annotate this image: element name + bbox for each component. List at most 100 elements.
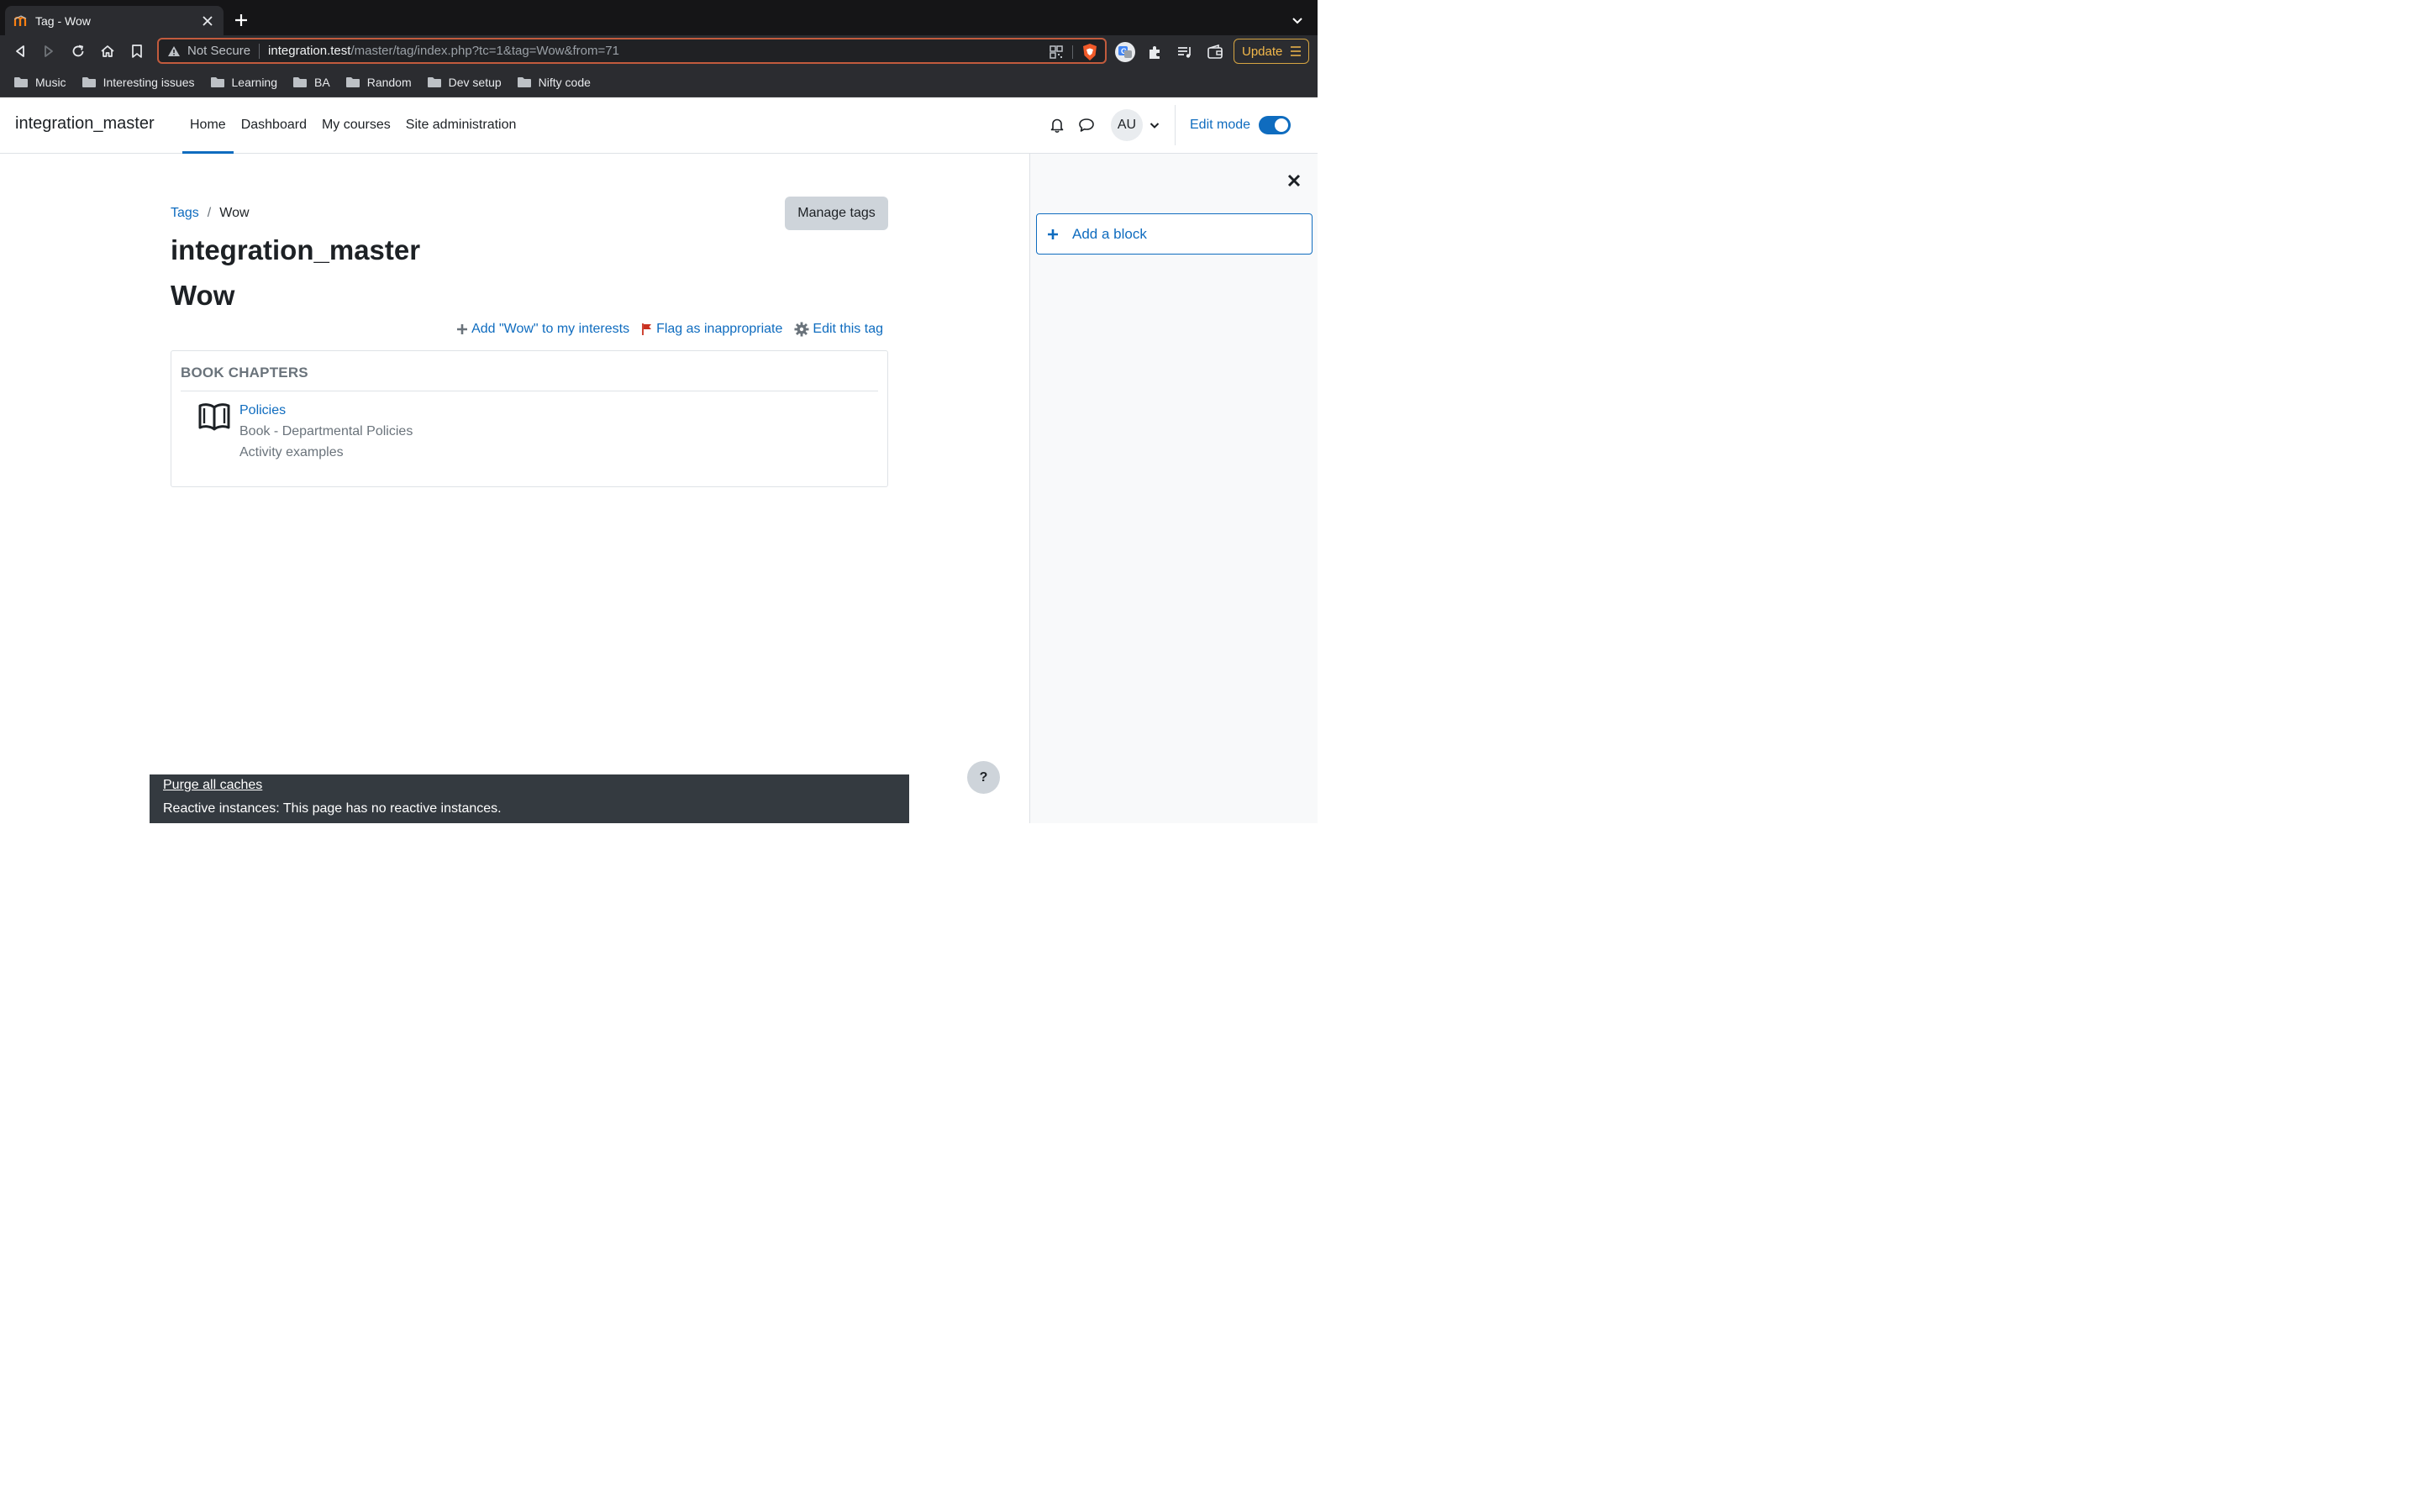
flag-icon bbox=[641, 323, 656, 336]
breadcrumb: Tags / Wow bbox=[171, 206, 250, 221]
browser-toolbar: Not Secure integration.test /master/tag/… bbox=[0, 35, 1318, 67]
close-icon[interactable] bbox=[200, 13, 215, 29]
bookmark-label: Music bbox=[35, 75, 66, 89]
browser-tab[interactable]: Tag - Wow bbox=[5, 6, 224, 35]
tagged-item-course: Activity examples bbox=[239, 445, 344, 459]
add-block-button[interactable]: Add a block bbox=[1036, 213, 1313, 255]
book-icon bbox=[197, 400, 231, 433]
update-button[interactable]: Update bbox=[1234, 39, 1309, 64]
tagged-item-context: Book - Departmental Policies bbox=[239, 424, 413, 438]
add-to-interests-label: Add "Wow" to my interests bbox=[471, 322, 630, 336]
url-path: /master/tag/index.php?tc=1&tag=Wow&from=… bbox=[350, 44, 619, 58]
reactive-instances-text: Reactive instances: This page has no rea… bbox=[163, 801, 502, 816]
flag-inappropriate-link[interactable]: Flag as inappropriate bbox=[641, 322, 782, 337]
chevron-down-icon[interactable] bbox=[1148, 118, 1161, 132]
nav-item-site-administration[interactable]: Site administration bbox=[398, 97, 524, 153]
bell-icon[interactable] bbox=[1045, 113, 1069, 137]
url-host: integration.test bbox=[268, 44, 351, 58]
back-icon[interactable] bbox=[11, 42, 29, 60]
bookmark-label: BA bbox=[314, 75, 330, 89]
help-button[interactable]: ? bbox=[967, 761, 1000, 794]
flag-inappropriate-label: Flag as inappropriate bbox=[656, 322, 783, 336]
chevron-down-icon[interactable] bbox=[1289, 13, 1306, 29]
add-block-label: Add a block bbox=[1072, 225, 1147, 242]
edit-tag-link[interactable]: Edit this tag bbox=[794, 322, 883, 337]
playlist-icon[interactable] bbox=[1174, 41, 1196, 63]
translate-icon[interactable]: G bbox=[1114, 41, 1136, 63]
reload-icon[interactable] bbox=[69, 42, 87, 60]
bookmark-label: Learning bbox=[231, 75, 278, 89]
new-tab-icon[interactable] bbox=[232, 11, 250, 29]
folder-icon bbox=[345, 76, 360, 88]
edit-mode-label: Edit mode bbox=[1190, 118, 1251, 132]
nav-item-home[interactable]: Home bbox=[182, 97, 234, 154]
bookmark-folder[interactable]: Dev setup bbox=[427, 76, 502, 89]
nav-item-dashboard[interactable]: Dashboard bbox=[234, 97, 314, 153]
wallet-icon[interactable] bbox=[1204, 41, 1226, 63]
tag-actions: Add "Wow" to my interests Flag as inappr… bbox=[445, 322, 883, 337]
page-title: integration_master bbox=[171, 234, 421, 265]
nav-item-my-courses[interactable]: My courses bbox=[314, 97, 398, 153]
address-bar-actions bbox=[1049, 43, 1098, 61]
browser-chrome: Tag - Wow Not Secure integration.test /m… bbox=[0, 0, 1318, 97]
breadcrumb-tags-link[interactable]: Tags bbox=[171, 206, 199, 221]
folder-icon bbox=[210, 76, 225, 88]
folder-icon bbox=[517, 76, 532, 88]
address-divider bbox=[259, 43, 260, 59]
folder-icon bbox=[13, 76, 29, 88]
add-to-interests-link[interactable]: Add "Wow" to my interests bbox=[456, 322, 629, 337]
site-navbar: integration_master Home Dashboard My cou… bbox=[0, 97, 1318, 154]
home-icon[interactable] bbox=[98, 42, 117, 60]
bookmark-icon[interactable] bbox=[128, 42, 146, 60]
moodle-icon bbox=[13, 14, 29, 27]
nav-divider bbox=[1175, 105, 1176, 145]
bookmark-label: Nifty code bbox=[538, 75, 591, 89]
breadcrumb-current: Wow bbox=[219, 206, 250, 220]
performance-footer: Purge all caches Reactive instances: Thi… bbox=[150, 774, 909, 823]
tab-title: Tag - Wow bbox=[35, 13, 91, 28]
menu-icon bbox=[1290, 45, 1302, 57]
bookmark-label: Interesting issues bbox=[103, 75, 195, 89]
brave-shield-icon[interactable] bbox=[1081, 43, 1098, 61]
bookmark-folder[interactable]: Random bbox=[345, 76, 412, 89]
bookmark-label: Random bbox=[366, 75, 412, 89]
message-icon[interactable] bbox=[1075, 113, 1098, 137]
tag-name-heading: Wow bbox=[171, 280, 235, 311]
user-navigation: AU Edit mode bbox=[1045, 97, 1292, 153]
bookmark-folder[interactable]: Interesting issues bbox=[82, 76, 195, 89]
edit-tag-label: Edit this tag bbox=[813, 322, 883, 336]
plus-icon bbox=[1047, 228, 1059, 240]
avatar[interactable]: AU bbox=[1111, 109, 1143, 141]
bookmark-folder[interactable]: Learning bbox=[210, 75, 278, 89]
folder-icon bbox=[292, 76, 308, 88]
qr-code-icon[interactable] bbox=[1049, 45, 1064, 60]
forward-icon[interactable] bbox=[39, 42, 58, 60]
update-label: Update bbox=[1242, 44, 1283, 59]
section-heading: BOOK CHAPTERS bbox=[181, 365, 308, 381]
security-label: Not Secure bbox=[187, 44, 251, 58]
address-bar[interactable]: Not Secure integration.test /master/tag/… bbox=[157, 38, 1107, 64]
edit-mode-toggle[interactable] bbox=[1259, 116, 1292, 134]
manage-tags-button[interactable]: Manage tags bbox=[785, 197, 888, 230]
purge-caches-link[interactable]: Purge all caches bbox=[163, 778, 896, 793]
extensions-icon[interactable] bbox=[1144, 41, 1166, 63]
tagged-item-link[interactable]: Policies bbox=[239, 403, 286, 418]
tab-strip: Tag - Wow bbox=[0, 0, 1318, 35]
bookmark-label: Dev setup bbox=[448, 75, 502, 89]
warning-icon bbox=[167, 45, 181, 58]
gear-icon bbox=[794, 322, 813, 337]
site-brand[interactable]: integration_master bbox=[15, 114, 155, 134]
bookmark-folder[interactable]: BA bbox=[292, 76, 330, 89]
folder-icon bbox=[427, 76, 442, 88]
plus-icon bbox=[456, 323, 471, 335]
bookmarks-bar: Music Interesting issues Learning BA Ran… bbox=[0, 67, 1318, 97]
block-drawer: Add a block bbox=[1029, 154, 1318, 823]
primary-navigation: Home Dashboard My courses Site administr… bbox=[182, 97, 524, 154]
address-divider bbox=[1072, 45, 1073, 59]
close-icon[interactable] bbox=[1286, 172, 1302, 189]
breadcrumb-separator: / bbox=[207, 206, 212, 220]
bookmark-folder[interactable]: Nifty code bbox=[517, 76, 591, 89]
bookmark-folder[interactable]: Music bbox=[13, 76, 66, 89]
folder-icon bbox=[82, 76, 97, 88]
tagged-items-section: BOOK CHAPTERS Policies Book - Department… bbox=[171, 350, 888, 487]
